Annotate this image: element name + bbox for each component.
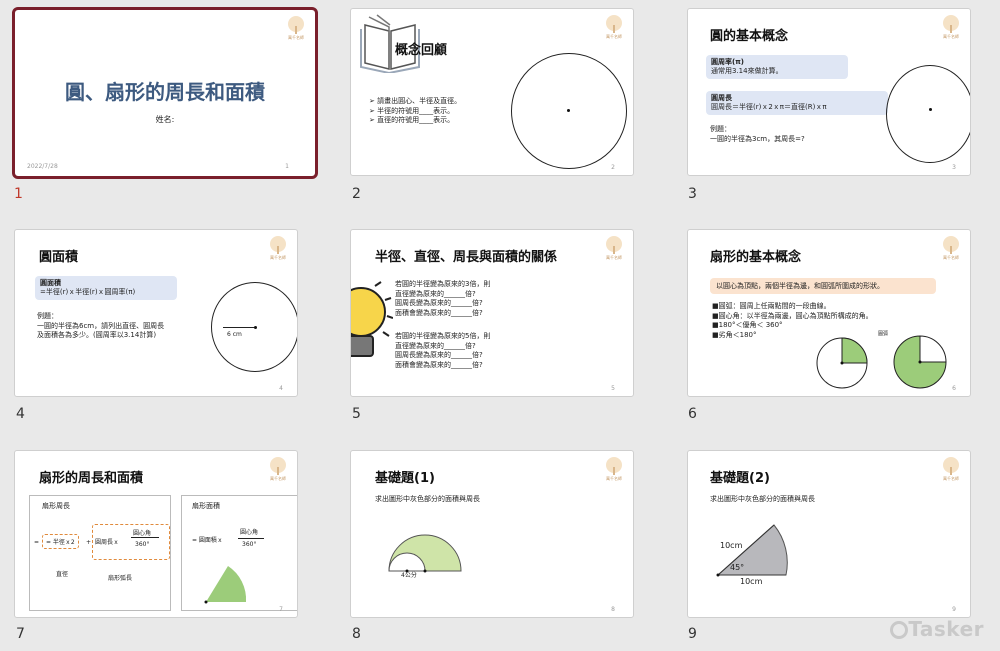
panel-title: 扇形面積 [192,502,220,510]
slide-page-number: 6 [952,385,956,392]
circle-shape [886,65,970,163]
slide-number-3: 3 [688,186,697,202]
sector-shape [204,566,247,604]
center-point [254,326,257,329]
bullet-list: ■圓弧：圓周上任兩點間的一段曲線。 ■圓心角：以半徑為兩邊，圓心為頂點所構成的角… [712,302,873,339]
slide-number-2: 2 [352,186,361,202]
sector-45-figure [716,524,788,577]
logo: 萬千名師 [285,16,307,42]
slide-page-number: 1 [285,163,289,170]
pi-box: 圓周率(π) 通常用3.14來做計算。 [706,55,848,79]
prompt-text: 求出圖形中灰色部分的面積與周長 [710,495,815,503]
area-frac-top: 圓心角 [240,529,259,536]
sector-diagram-minor [816,337,868,389]
definition-box: 以圓心為頂點，兩個半徑為邊，和圓弧所圍成的形狀。 [710,278,936,294]
question-group-b: 若圓的半徑變為原來的5倍，則 直徑變為原來的______倍? 圓周長變為原來的_… [395,332,491,369]
slide-page-number: 8 [611,606,615,613]
example-text: 例題： 一圓的半徑為6cm，請列出直徑、圓周長 及面積各為多少。(圓周率以3.1… [37,312,165,339]
side-label-bottom: 10cm [740,577,763,586]
slide-thumbnail-7[interactable]: 扇形的周長和面積 萬千名師 扇形周長 = = 半徑ｘ2 + 圓周長ｘ 圓心角 3… [14,450,298,618]
slide-number-4: 4 [16,406,25,422]
perimeter-eq: = [34,539,40,546]
slide-page-number: 5 [611,385,615,392]
slide-date: 2022/7/28 [27,163,58,170]
area-panel: 扇形面積 = 圓面積ｘ 圓心角 360° [181,495,297,611]
example-text: 例題： 一圓的半徑為3cm，其周長=? [710,125,805,143]
slide-thumbnail-9[interactable]: 基礎題(2) 萬千名師 求出圖形中灰色部分的面積與周長 10cm 45° 10c… [687,450,971,618]
slide-page-number: 9 [952,606,956,613]
logo: 萬千名師 [603,15,625,41]
slide-subtitle: 姓名: [155,115,175,124]
panel-title: 扇形周長 [42,502,70,510]
diameter-note: 直徑 [56,571,69,578]
area-box: 圓面積 =半徑(r)ｘ半徑(r)ｘ圓周率(π) [35,276,177,300]
radius-label: 6 cm [227,331,242,338]
question-group-a: 若圓的半徑變為原來的3倍，則 直徑變為原來的______倍? 圓周長變為原來的_… [395,280,491,317]
slide-title: 圓面積 [39,250,79,265]
arc-length-note: 扇形弧長 [108,575,133,582]
radius-line [223,327,255,328]
center-point [567,109,570,112]
prompt-text: 求出圖形中灰色部分的面積與周長 [375,495,480,503]
diameter-term: = 半徑ｘ2 [42,534,79,549]
slide-page-number: 4 [279,385,283,392]
slide-number-5: 5 [352,406,361,422]
angle-label: 45° [730,563,745,572]
dimension-label: 4公分 [401,572,417,579]
slide-thumbnail-6[interactable]: 扇形的基本概念 萬千名師 以圓心為頂點，兩個半徑為邊，和圓弧所圍成的形狀。 ■圓… [687,229,971,397]
slide-thumbnail-1[interactable]: 萬千名師 圓、扇形的周長和面積 姓名: 2022/7/28 1 [12,7,318,179]
area-formula: = 圓面積ｘ [192,537,223,544]
slide-page-number: 3 [952,164,956,171]
slide-title: 基礎題(1) [375,471,435,486]
arc-label: 圓弧 [878,331,889,337]
logo: 萬千名師 [603,457,625,483]
logo: 萬千名師 [267,457,289,483]
slide-thumbnail-5[interactable]: 半徑、直徑、周長與面積的關係 萬千名師 若圓的半徑變為原來的3倍，則 直徑變為原… [350,229,634,397]
center-point [929,108,932,111]
logo: 萬千名師 [940,236,962,262]
circumference-box: 圓周長 圓周長＝半徑(r)ｘ2ｘπ＝直徑(R)ｘπ [706,91,888,115]
slide-title: 概念回顧 [395,43,448,58]
lightbulb-icon [351,281,393,357]
bullet-list: ➢ 請畫出圓心、半徑及直徑。 ➢ 半徑的符號用____表示。 ➢ 直徑的符號用_… [369,97,462,124]
slide-number-6: 6 [688,406,697,422]
slide-title: 圓的基本概念 [710,29,789,44]
logo: 萬千名師 [940,457,962,483]
logo: 萬千名師 [267,236,289,262]
slide-number-8: 8 [352,626,361,642]
slide-title: 基礎題(2) [710,471,770,486]
semicircle-figure [388,534,462,573]
slide-page-number: 2 [611,164,615,171]
tasker-logo-icon [890,621,908,639]
area-frac-bot: 360° [242,541,257,548]
slide-title: 圓、扇形的周長和面積 [65,80,265,104]
fraction-bar [238,538,264,539]
slide-page-number: 7 [279,606,283,613]
slide-thumbnail-2[interactable]: 概念回顧 萬千名師 ➢ 請畫出圓心、半徑及直徑。 ➢ 半徑的符號用____表示。… [350,8,634,176]
slide-number-7: 7 [16,626,25,642]
logo: 萬千名師 [603,236,625,262]
slide-number-9: 9 [688,626,697,642]
slide-thumbnail-8[interactable]: 基礎題(1) 萬千名師 求出圖形中灰色部分的面積與周長 4公分 8 [350,450,634,618]
slide-title: 扇形的基本概念 [710,250,802,265]
perimeter-panel: 扇形周長 = = 半徑ｘ2 + 圓周長ｘ 圓心角 360° 直徑 扇形弧長 [29,495,171,611]
tasker-watermark: Tasker [908,617,984,641]
slide-thumbnail-4[interactable]: 圓面積 萬千名師 圓面積 =半徑(r)ｘ半徑(r)ｘ圓周率(π) 例題： 一圓的… [14,229,298,397]
side-label-top: 10cm [720,541,743,550]
slide-thumbnail-3[interactable]: 圓的基本概念 萬千名師 圓周率(π) 通常用3.14來做計算。 圓周長 圓周長＝… [687,8,971,176]
slide-number-1: 1 [14,186,23,202]
sector-diagram-major [893,335,947,389]
logo: 萬千名師 [940,15,962,41]
slide-title: 扇形的周長和面積 [39,471,144,486]
arc-term: 圓周長ｘ 圓心角 360° [92,524,170,560]
plus-sign: + [86,539,92,546]
slide-title: 半徑、直徑、周長與面積的關係 [375,250,558,265]
